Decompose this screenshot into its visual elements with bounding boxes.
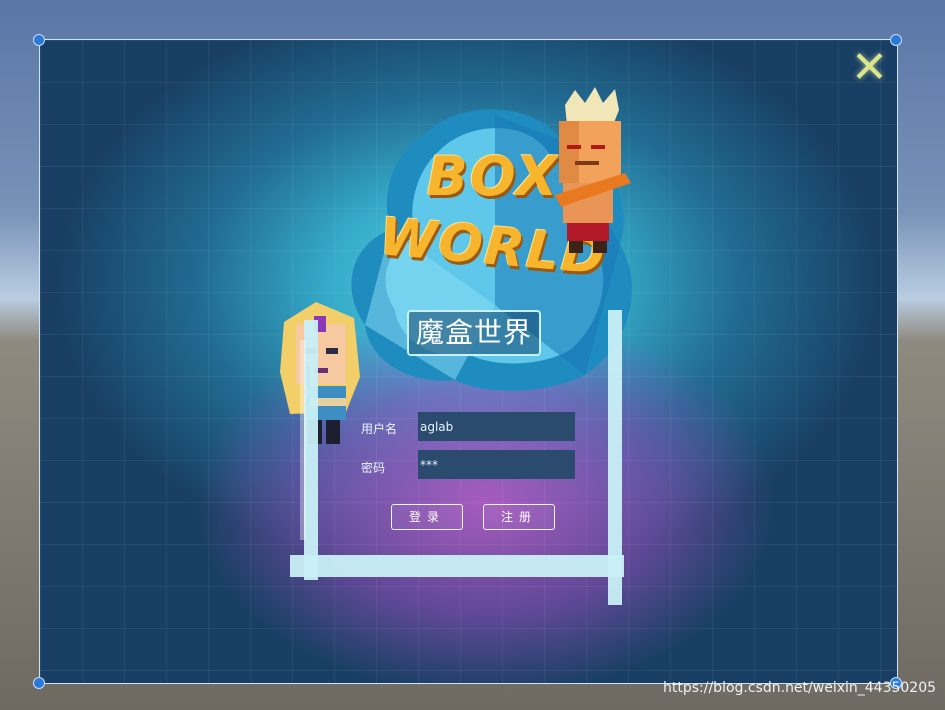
- password-input[interactable]: [418, 450, 575, 479]
- password-label: 密码: [361, 461, 386, 475]
- resize-handle-top-left[interactable]: [33, 34, 45, 46]
- username-label: 用户名: [361, 422, 398, 436]
- close-icon[interactable]: ✕: [851, 46, 888, 90]
- resize-handle-top-right[interactable]: [890, 34, 902, 46]
- watermark-url: https://blog.csdn.net/weixin_44350205: [663, 680, 937, 696]
- warrior-character-image: [555, 87, 631, 253]
- resize-handle-bottom-left[interactable]: [33, 677, 45, 689]
- username-input[interactable]: [418, 412, 575, 441]
- register-button[interactable]: 注册: [483, 504, 555, 530]
- login-button[interactable]: 登录: [391, 504, 463, 530]
- game-canvas: ✕ BOX WORLD 魔盒世界 用户名 aglab 密码 *** 登录 注册: [39, 39, 898, 684]
